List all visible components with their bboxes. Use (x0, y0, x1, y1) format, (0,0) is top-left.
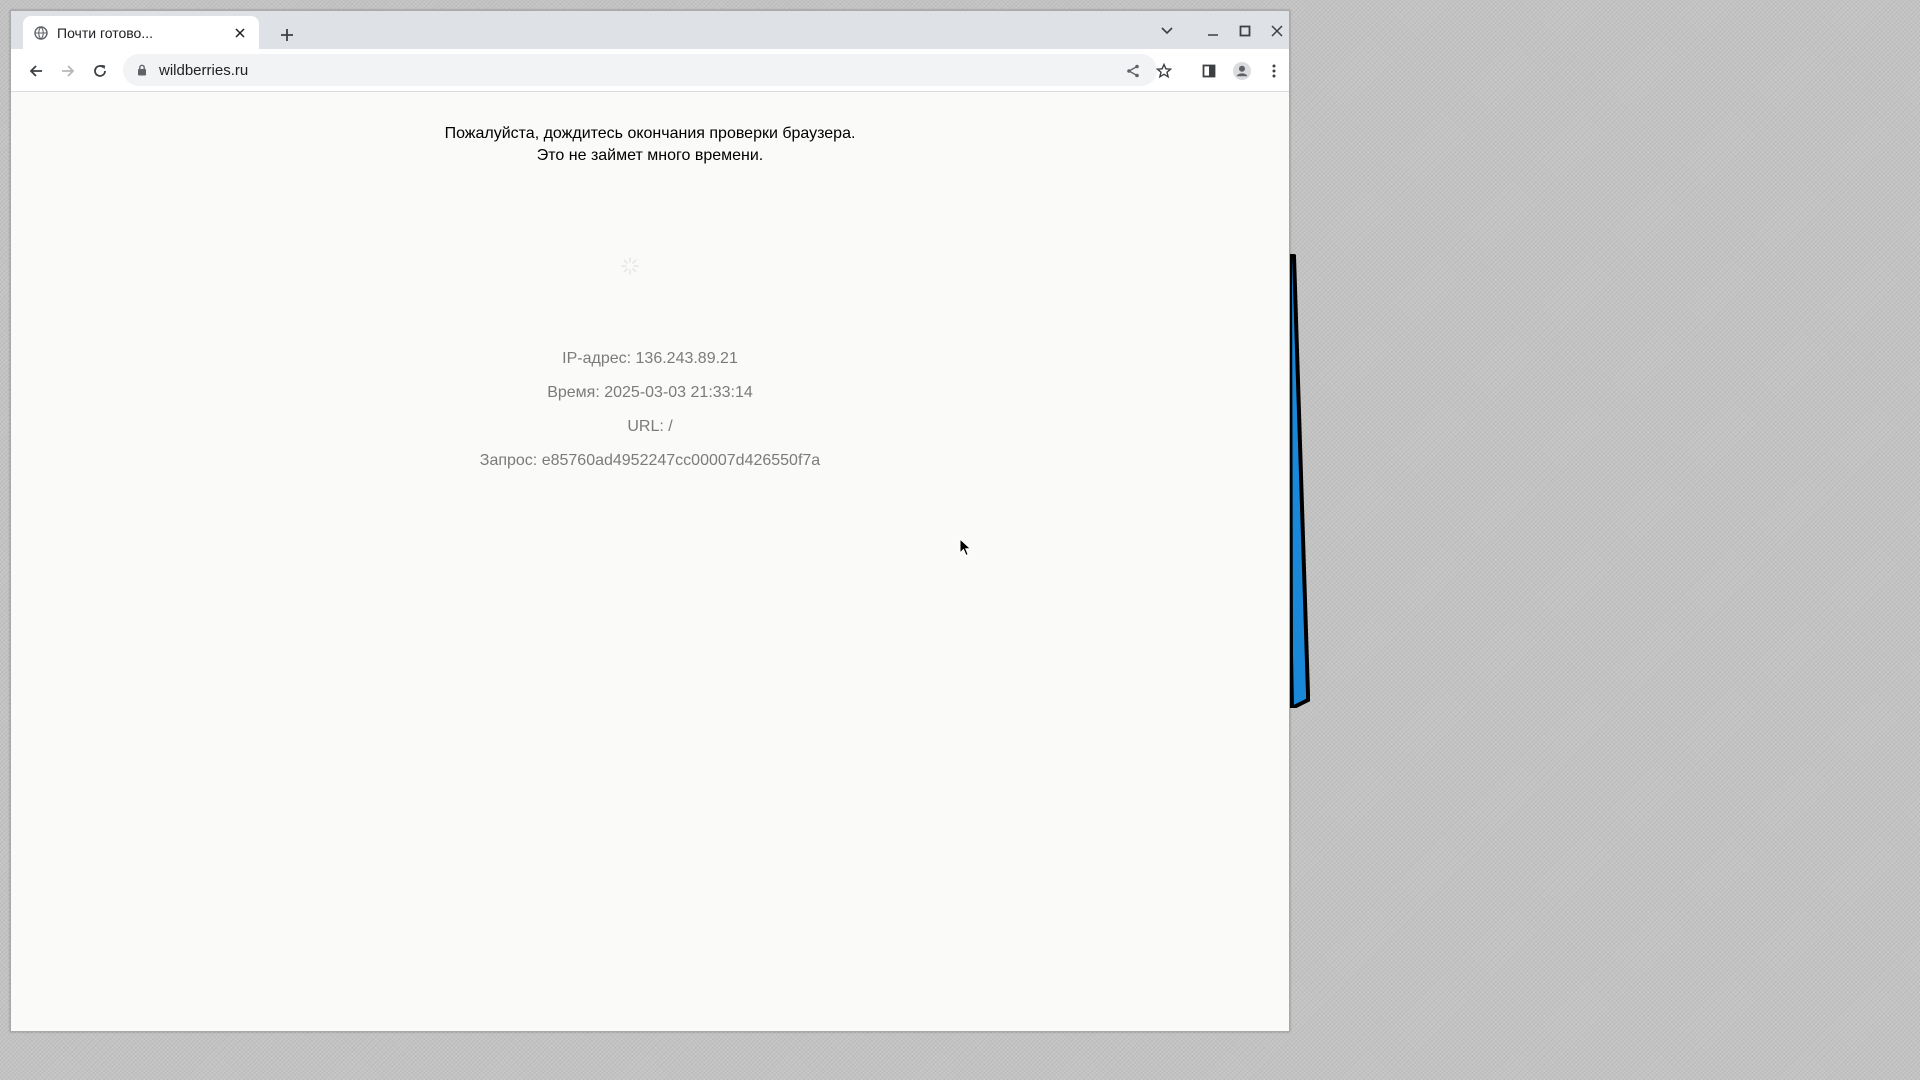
message-line-1: Пожалуйста, дождитесь окончания проверки… (444, 125, 856, 142)
minimize-icon[interactable] (1199, 19, 1227, 43)
url-text[interactable]: wildberries.ru (159, 62, 248, 79)
chevron-down-icon[interactable] (1153, 19, 1181, 43)
forward-arrow-icon[interactable] (55, 58, 81, 84)
share-icon[interactable] (1120, 58, 1146, 84)
close-icon[interactable] (231, 24, 249, 42)
close-icon[interactable] (1263, 19, 1291, 43)
globe-icon (33, 25, 49, 41)
request-id-text: Запрос: e85760ad4952247cc00007d426550f7a (479, 452, 821, 469)
browser-window: Почти готово... wildberries.ru Пожалуйст… (10, 10, 1290, 1032)
address-bar[interactable]: wildberries.ru (123, 54, 1157, 86)
side-panel-icon[interactable] (1196, 58, 1222, 84)
back-arrow-icon[interactable] (23, 58, 49, 84)
star-icon[interactable] (1151, 58, 1177, 84)
toolbar: wildberries.ru (11, 49, 1289, 92)
plus-icon[interactable] (275, 23, 299, 47)
tab-bar: Почти готово... (11, 11, 1289, 49)
profile-icon[interactable] (1229, 58, 1255, 84)
spinner-icon (621, 257, 639, 275)
kebab-menu-icon[interactable] (1261, 58, 1287, 84)
message-line-2: Это не займет много времени. (536, 147, 764, 164)
page-content: Пожалуйста, дождитесь окончания проверки… (11, 92, 1289, 1031)
tab-active[interactable]: Почти готово... (23, 16, 259, 49)
tab-title: Почти готово... (57, 24, 154, 41)
background-window-edge (1288, 254, 1310, 708)
lock-icon[interactable] (135, 63, 149, 77)
ip-address-text: IP-адрес: 136.243.89.21 (562, 350, 738, 367)
time-text: Время: 2025-03-03 21:33:14 (547, 384, 753, 401)
maximize-icon[interactable] (1231, 19, 1259, 43)
reload-icon[interactable] (87, 58, 113, 84)
mouse-cursor-icon (959, 538, 972, 557)
url-path-text: URL: / (627, 418, 673, 435)
